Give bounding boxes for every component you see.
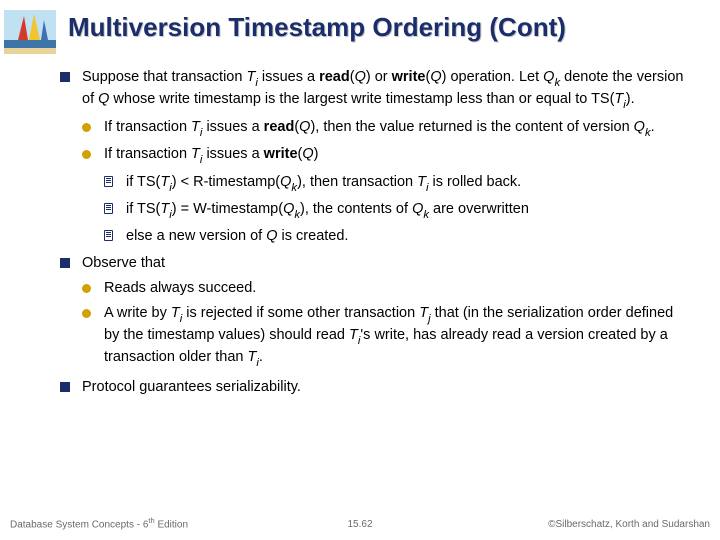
text: are overwritten [429,201,529,217]
text: Suppose that transaction [82,69,246,85]
var-T: T [417,174,426,190]
var-T: T [247,349,256,365]
var-T: T [191,146,200,162]
bullet-1: Suppose that transaction Ti issues a rea… [60,68,690,112]
sub-i: i [256,357,259,369]
text: ), the contents of [300,201,412,217]
bullet-1-2-3: else a new version of Q is created. [104,227,690,246]
text: A write by [104,305,171,321]
text: ), then the value returned is the conten… [310,119,633,135]
slide-body: Suppose that transaction Ti issues a rea… [60,68,690,403]
var-Q: Q [266,228,277,244]
text: issues a [202,119,263,135]
var-T: T [349,327,358,343]
text: issues a [258,69,319,85]
footer-copyright: ©Silberschatz, Korth and Sudarshan [548,519,710,530]
text: If transaction [104,119,191,135]
sub-i: i [180,313,183,325]
sub-i: i [255,77,258,89]
var-T: T [614,91,623,107]
sub-k: k [423,209,429,221]
bullet-1-1: If transaction Ti issues a read(Q), then… [82,118,690,140]
text: if TS( [126,174,160,190]
var-T: T [419,305,428,321]
bullet-3: Protocol guarantees serializability. [60,378,690,397]
var-Q: Q [543,69,554,85]
text: is rejected if some other transaction [182,305,419,321]
text: ) [314,146,319,162]
slide: Multiversion Timestamp Ordering (Cont) S… [0,0,720,540]
sub-i: i [426,182,429,194]
var-Q: Q [412,201,423,217]
sub-k: k [554,77,560,89]
sub-j: j [428,313,431,325]
bullet-1-2: If transaction Ti issues a write(Q) [82,145,690,167]
var-Q: Q [430,69,441,85]
text: whose write timestamp is the largest wri… [109,91,614,107]
bullet-1-2-2: if TS(Ti) = W-timestamp(Qk), the content… [104,200,690,222]
text: if TS( [126,201,160,217]
var-T: T [246,69,255,85]
var-Q: Q [634,119,645,135]
var-Q: Q [283,201,294,217]
sub-k: k [291,182,297,194]
text: If transaction [104,146,191,162]
text: else a new version of [126,228,266,244]
var-Q: Q [98,91,109,107]
write-kw: write [392,69,426,85]
sub-i: i [169,209,172,221]
var-T: T [160,201,169,217]
sailboat-logo-icon [4,10,56,54]
var-Q: Q [302,146,313,162]
text: ) or [366,69,392,85]
text: . [651,119,655,135]
bullet-2: Observe that [60,254,690,273]
text: . [259,349,263,365]
var-T: T [171,305,180,321]
sub-k: k [294,209,300,221]
sub-i: i [169,182,172,194]
bullet-1-2-1: if TS(Ti) < R-timestamp(Qk), then transa… [104,173,690,195]
text: is rolled back. [429,174,522,190]
var-Q: Q [299,119,310,135]
write-kw: write [264,146,298,162]
bullet-2-2: A write by Ti is rejected if some other … [82,304,690,369]
sub-i: i [623,99,626,111]
text: ). [626,91,635,107]
slide-title: Multiversion Timestamp Ordering (Cont) [68,12,704,43]
sub-k: k [645,127,651,139]
var-T: T [160,174,169,190]
var-Q: Q [280,174,291,190]
bullet-2-1: Reads always succeed. [82,279,690,298]
text: ) = W-timestamp( [172,201,283,217]
text: issues a [202,146,263,162]
read-kw: read [264,119,295,135]
var-Q: Q [355,69,366,85]
text: is created. [278,228,349,244]
read-kw: read [319,69,350,85]
text: ) < R-timestamp( [172,174,280,190]
text: ), then transaction [297,174,417,190]
var-T: T [191,119,200,135]
text: ) operation. Let [442,69,544,85]
